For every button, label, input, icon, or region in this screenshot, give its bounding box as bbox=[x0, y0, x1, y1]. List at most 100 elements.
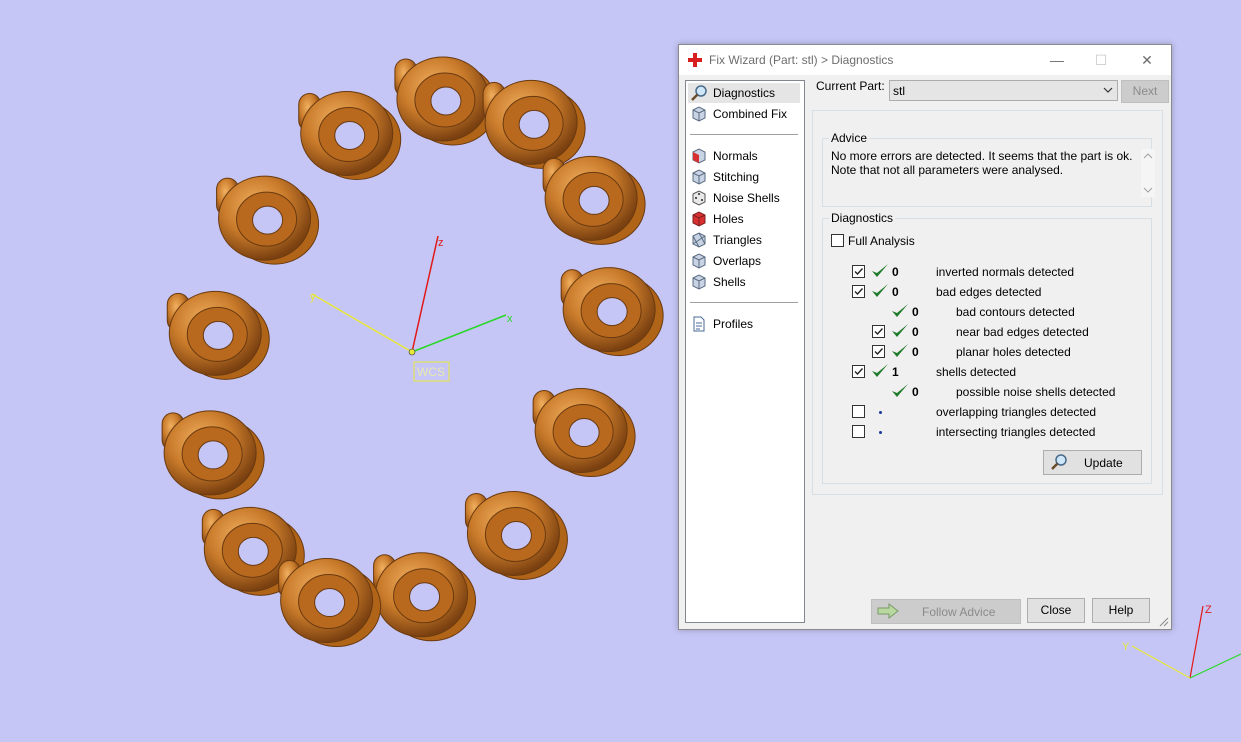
diagnostic-row: 1 shells detected bbox=[823, 363, 1143, 381]
status-pending-icon bbox=[879, 431, 882, 434]
fix-wizard-window[interactable]: Fix Wizard (Part: stl) > Diagnostics — ☐… bbox=[678, 44, 1172, 630]
advice-line-2: Note that not all parameters were analys… bbox=[831, 163, 1064, 177]
sidebar-item-combined-fix[interactable]: Combined Fix bbox=[688, 104, 800, 124]
ring-setting bbox=[482, 79, 586, 169]
shells-cube-icon bbox=[692, 274, 706, 290]
diagnostic-label: shells detected bbox=[936, 365, 1017, 379]
diagnostic-row: 0 near bad edges detected bbox=[823, 323, 1143, 341]
ring-setting bbox=[373, 552, 477, 642]
sidebar-item-label: Profiles bbox=[713, 317, 754, 331]
wcs-y-label: y bbox=[310, 291, 316, 303]
maximize-button[interactable]: ☐ bbox=[1079, 45, 1123, 75]
diagnostic-label: overlapping triangles detected bbox=[936, 405, 1097, 419]
sidebar-item-holes[interactable]: Holes bbox=[688, 209, 800, 229]
diagnostic-label: bad contours detected bbox=[956, 305, 1075, 319]
sidebar-item-stitching[interactable]: Stitching bbox=[688, 167, 800, 187]
status-ok-icon bbox=[892, 384, 908, 397]
ring-setting bbox=[216, 175, 320, 265]
update-label: Update bbox=[1084, 456, 1123, 470]
diagnostic-count: 0 bbox=[912, 305, 919, 319]
advice-scrollbar[interactable] bbox=[1141, 149, 1155, 197]
diagnostics-title: Diagnostics bbox=[829, 211, 896, 225]
diagnostic-count: 0 bbox=[912, 385, 919, 399]
close-window-button[interactable]: ✕ bbox=[1125, 45, 1169, 75]
sidebar-item-label: Triangles bbox=[713, 233, 762, 247]
update-button[interactable]: Update bbox=[1043, 450, 1142, 475]
diagnostic-label: intersecting triangles detected bbox=[936, 425, 1096, 439]
sidebar-item-noise-shells[interactable]: Noise Shells bbox=[688, 188, 800, 208]
status-ok-icon bbox=[872, 284, 888, 297]
sidebar-divider bbox=[690, 134, 798, 135]
diagnostic-row: overlapping triangles detected bbox=[823, 403, 1143, 421]
next-button[interactable]: Next bbox=[1121, 80, 1169, 103]
diagnostic-checkbox[interactable] bbox=[872, 345, 885, 358]
advice-group: Advice No more errors are detected. It s… bbox=[822, 131, 1155, 207]
diagnostic-count: 1 bbox=[892, 365, 899, 379]
title-bar[interactable]: Fix Wizard (Part: stl) > Diagnostics — ☐… bbox=[679, 45, 1171, 75]
diagnostic-checkbox[interactable] bbox=[852, 285, 865, 298]
current-part-label: Current Part: bbox=[816, 79, 885, 93]
sidebar-item-triangles[interactable]: Triangles bbox=[688, 230, 800, 250]
arrow-right-icon bbox=[877, 603, 899, 619]
follow-advice-button[interactable]: Follow Advice bbox=[871, 599, 1021, 624]
sidebar-item-label: Noise Shells bbox=[713, 191, 780, 205]
sidebar-item-profiles[interactable]: Profiles bbox=[688, 314, 800, 334]
ring-setting bbox=[464, 490, 568, 580]
diagnostic-row: 0 inverted normals detected bbox=[823, 263, 1143, 281]
holes-cube-icon bbox=[692, 211, 706, 227]
sidebar-item-diagnostics[interactable]: Diagnostics bbox=[688, 83, 800, 103]
close-button[interactable]: Close bbox=[1027, 598, 1085, 623]
diagnostic-label: planar holes detected bbox=[956, 345, 1071, 359]
current-part-select[interactable]: stl bbox=[889, 80, 1118, 101]
diagnostic-row: 0 possible noise shells detected bbox=[823, 383, 1143, 401]
minimize-button[interactable]: — bbox=[1035, 45, 1079, 75]
advice-text: No more errors are detected. It seems th… bbox=[831, 149, 1137, 199]
diagnostic-checkbox[interactable] bbox=[852, 265, 865, 278]
corner-y-label: Y bbox=[1122, 641, 1130, 653]
diagnostic-label: bad edges detected bbox=[936, 285, 1042, 299]
wcs-label: WCS bbox=[417, 365, 445, 379]
diagnostic-count: 0 bbox=[892, 265, 899, 279]
red-cross-icon bbox=[688, 53, 702, 67]
status-ok-icon bbox=[892, 344, 908, 357]
diagnostic-row: 0 planar holes detected bbox=[823, 343, 1143, 361]
diagnostic-row: 0 bad contours detected bbox=[823, 303, 1143, 321]
diagnostic-row: intersecting triangles detected bbox=[823, 423, 1143, 441]
diagnostics-panel: Advice No more errors are detected. It s… bbox=[812, 110, 1163, 495]
wcs-z-label: z bbox=[438, 237, 444, 249]
sidebar-item-label: Shells bbox=[713, 275, 746, 289]
resize-grip-icon[interactable] bbox=[1159, 617, 1169, 627]
diagnostic-checkbox[interactable] bbox=[872, 325, 885, 338]
normals-cube-icon bbox=[692, 148, 706, 164]
cube-icon bbox=[692, 106, 706, 122]
triangles-cube-icon bbox=[692, 232, 706, 248]
follow-advice-label: Follow Advice bbox=[922, 605, 996, 619]
ring-setting bbox=[560, 267, 664, 357]
status-pending-icon bbox=[879, 411, 882, 414]
full-analysis-label: Full Analysis bbox=[848, 234, 915, 248]
ring-setting bbox=[532, 388, 636, 478]
ring-setting bbox=[394, 56, 498, 146]
status-ok-icon bbox=[872, 364, 888, 377]
status-ok-icon bbox=[892, 324, 908, 337]
sidebar-item-shells[interactable]: Shells bbox=[688, 272, 800, 292]
wcs-axes: z x y WCS bbox=[310, 235, 513, 382]
diagnostics-group: Diagnostics Full Analysis 0 inverted norm… bbox=[822, 211, 1152, 484]
diagnostic-count: 0 bbox=[912, 325, 919, 339]
full-analysis-checkbox[interactable]: Full Analysis bbox=[831, 233, 981, 251]
advice-title: Advice bbox=[829, 131, 870, 145]
sidebar-item-label: Combined Fix bbox=[713, 107, 788, 121]
current-part-value: stl bbox=[893, 84, 905, 98]
advice-line-1: No more errors are detected. It seems th… bbox=[831, 149, 1133, 163]
diagnostic-checkbox[interactable] bbox=[852, 405, 865, 418]
diagnostic-checkbox[interactable] bbox=[852, 425, 865, 438]
sidebar-item-overlaps[interactable]: Overlaps bbox=[688, 251, 800, 271]
ring-setting bbox=[166, 290, 270, 380]
diagnostic-checkbox[interactable] bbox=[852, 365, 865, 378]
sidebar-item-label: Overlaps bbox=[713, 254, 762, 268]
diagnostic-label: possible noise shells detected bbox=[956, 385, 1116, 399]
full-analysis-box[interactable] bbox=[831, 234, 844, 247]
magnifier-icon bbox=[1051, 454, 1067, 470]
sidebar-item-normals[interactable]: Normals bbox=[688, 146, 800, 166]
help-button[interactable]: Help bbox=[1092, 598, 1150, 623]
